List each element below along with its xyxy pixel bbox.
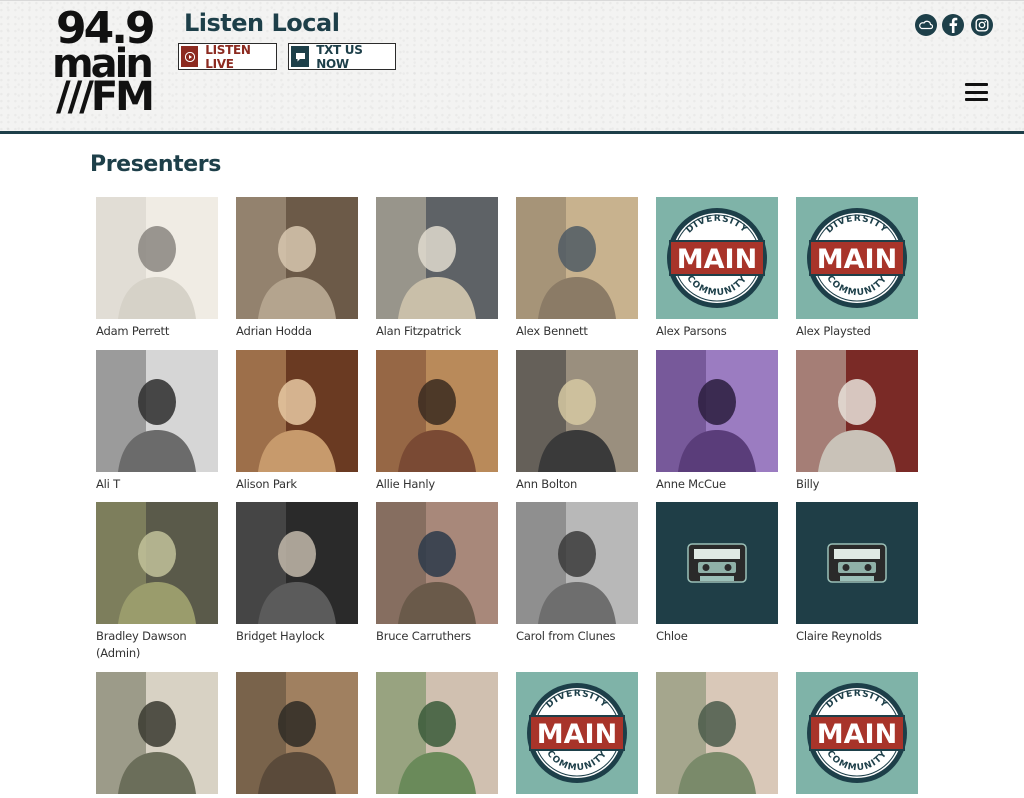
presenter-photo[interactable] [796, 350, 918, 472]
presenter-photo[interactable] [376, 350, 498, 472]
presenter-card[interactable]: DIVERSITY COMMUNITY MAIN [516, 672, 638, 798]
instagram-icon[interactable] [971, 14, 993, 36]
facebook-icon[interactable] [942, 14, 964, 36]
presenter-photo[interactable] [236, 197, 358, 319]
presenter-card[interactable]: DIVERSITY COMMUNITY MAIN Alex Playsted [796, 197, 918, 340]
presenter-name[interactable]: Alex Parsons [656, 323, 778, 340]
presenter-name[interactable]: Bruce Carruthers [376, 628, 498, 645]
txt-us-now-button[interactable]: TXT US NOW [288, 42, 396, 71]
presenter-card[interactable]: Alex Bennett [516, 197, 638, 340]
presenter-photo[interactable] [376, 197, 498, 319]
presenter-card[interactable]: Bridget Haylock [236, 502, 358, 645]
presenter-name[interactable]: Bridget Haylock [236, 628, 358, 645]
presenter-card[interactable]: Carol from Clunes [516, 502, 638, 645]
presenter-name[interactable]: Allie Hanly [376, 476, 498, 493]
presenter-card[interactable]: Anne McCue [656, 350, 778, 493]
presenter-photo[interactable] [516, 502, 638, 624]
presenter-card[interactable]: Claire Reynolds [796, 502, 918, 645]
presenter-card[interactable]: Alan Fitzpatrick [376, 197, 498, 340]
presenter-photo[interactable] [236, 350, 358, 472]
presenter-card[interactable] [656, 672, 778, 798]
presenter-card[interactable] [236, 672, 358, 798]
presenter-card[interactable]: Allie Hanly [376, 350, 498, 493]
soundcloud-icon[interactable] [915, 14, 937, 36]
presenter-name[interactable]: Bradley Dawson (Admin) [96, 628, 218, 662]
svg-text:MAIN: MAIN [817, 719, 897, 750]
presenter-card[interactable]: Alison Park [236, 350, 358, 493]
presenter-name[interactable]: Alex Bennett [516, 323, 638, 340]
svg-text:MAIN: MAIN [677, 244, 757, 275]
main-diversity-badge-image[interactable]: DIVERSITY COMMUNITY MAIN [796, 197, 918, 319]
presenter-card[interactable]: Ann Bolton [516, 350, 638, 493]
station-logo[interactable]: 94.9 main ///FM [52, 7, 156, 120]
presenter-card[interactable]: Bruce Carruthers [376, 502, 498, 645]
tagline: Listen Local [184, 9, 340, 37]
main-diversity-badge-image[interactable]: DIVERSITY COMMUNITY MAIN [656, 197, 778, 319]
listen-live-label: LISTEN LIVE [205, 42, 251, 71]
presenter-card[interactable]: Chloe [656, 502, 778, 645]
presenter-card[interactable]: Ali T [96, 350, 218, 493]
presenter-name[interactable]: Alan Fitzpatrick [376, 323, 498, 340]
presenter-name[interactable]: Ann Bolton [516, 476, 638, 493]
presenter-photo[interactable] [656, 350, 778, 472]
listen-live-button[interactable]: LISTEN LIVE [178, 42, 277, 71]
presenter-name[interactable]: Claire Reynolds [796, 628, 918, 645]
main-diversity-badge-image[interactable]: DIVERSITY COMMUNITY MAIN [516, 672, 638, 794]
presenter-photo[interactable] [96, 350, 218, 472]
presenter-name[interactable]: Ali T [96, 476, 218, 493]
presenter-photo[interactable] [376, 502, 498, 624]
txt-us-now-label: TXT US NOW [316, 42, 363, 71]
presenter-name[interactable]: Billy [796, 476, 918, 493]
presenter-name[interactable]: Anne McCue [656, 476, 778, 493]
presenter-card[interactable]: Adam Perrett [96, 197, 218, 340]
presenter-photo[interactable] [656, 672, 778, 794]
presenter-card[interactable] [96, 672, 218, 798]
presenter-name[interactable]: Adrian Hodda [236, 323, 358, 340]
cassette-placeholder-image[interactable] [656, 502, 778, 624]
presenter-photo[interactable] [516, 197, 638, 319]
chat-bubble-icon [291, 46, 310, 67]
presenter-card[interactable]: DIVERSITY COMMUNITY MAIN [796, 672, 918, 798]
presenter-photo[interactable] [96, 197, 218, 319]
presenter-name[interactable]: Alex Playsted [796, 323, 918, 340]
presenter-photo[interactable] [96, 672, 218, 794]
svg-text:MAIN: MAIN [537, 719, 617, 750]
main-diversity-badge-image[interactable]: DIVERSITY COMMUNITY MAIN [796, 672, 918, 794]
cassette-placeholder-image[interactable] [796, 502, 918, 624]
presenter-card[interactable]: Bradley Dawson (Admin) [96, 502, 218, 662]
play-icon [181, 46, 199, 67]
presenter-name[interactable]: Adam Perrett [96, 323, 218, 340]
svg-text:MAIN: MAIN [817, 244, 897, 275]
presenter-card[interactable] [376, 672, 498, 798]
presenter-card[interactable]: Adrian Hodda [236, 197, 358, 340]
presenter-name[interactable]: Alison Park [236, 476, 358, 493]
presenter-photo[interactable] [96, 502, 218, 624]
presenter-photo[interactable] [236, 672, 358, 794]
site-header: 94.9 main ///FM Listen Local LISTEN LIVE… [0, 0, 1024, 134]
presenter-name[interactable]: Carol from Clunes [516, 628, 638, 645]
presenter-photo[interactable] [376, 672, 498, 794]
presenter-photo[interactable] [516, 350, 638, 472]
presenter-photo[interactable] [236, 502, 358, 624]
presenter-card[interactable]: Billy [796, 350, 918, 493]
page-title: Presenters [90, 152, 221, 177]
presenter-card[interactable]: DIVERSITY COMMUNITY MAIN Alex Parsons [656, 197, 778, 340]
menu-toggle-button[interactable] [965, 83, 988, 101]
logo-line-3: ///FM [56, 74, 155, 120]
presenter-name[interactable]: Chloe [656, 628, 778, 645]
